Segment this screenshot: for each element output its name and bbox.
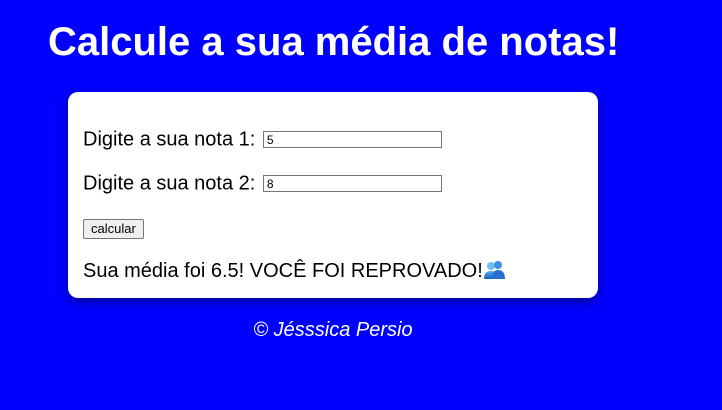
- nota1-input[interactable]: [262, 131, 442, 149]
- nota2-label: Digite a sua nota 2:: [83, 172, 256, 195]
- nota2-input[interactable]: [262, 175, 442, 193]
- nota1-label: Digite a sua nota 1:: [83, 128, 256, 151]
- nota1-row: Digite a sua nota 1:: [83, 127, 442, 152]
- result-text: Sua média foi 6.5! VOCÊ FOI REPROVADO!: [83, 260, 483, 282]
- footer-credit: © Jésssica Persio: [253, 319, 413, 341]
- result-message: Sua média foi 6.5! VOCÊ FOI REPROVADO!: [83, 259, 506, 286]
- grade-calculator-card: Digite a sua nota 1: Digite a sua nota 2…: [68, 92, 598, 298]
- people-icon: [483, 260, 506, 286]
- page-title: Calcule a sua média de notas!: [48, 20, 620, 64]
- nota2-row: Digite a sua nota 2:: [83, 171, 442, 196]
- calculate-button[interactable]: calcular: [83, 219, 144, 239]
